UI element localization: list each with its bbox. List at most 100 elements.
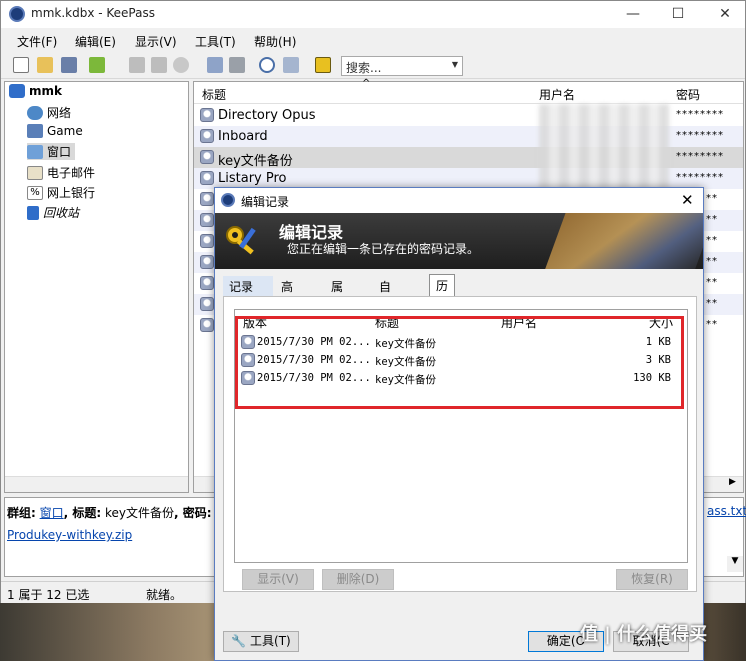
entry-password: ********: [676, 151, 724, 162]
entry-password: **: [706, 298, 718, 309]
window-icon: [27, 144, 43, 159]
tree-root[interactable]: mmk: [9, 84, 62, 98]
recycle-bin-icon: [27, 205, 39, 220]
entry-password: **: [706, 214, 718, 225]
entry-key-icon: [200, 234, 214, 248]
entry-key-icon: [200, 108, 214, 122]
copy-entry-icon[interactable]: [207, 57, 223, 73]
blurred-usernames: [539, 104, 669, 194]
tree-root-label: mmk: [29, 84, 62, 98]
menu-edit[interactable]: 编辑(E): [75, 33, 116, 50]
tree-item-label: 网上银行: [47, 186, 96, 200]
entry-key-icon: [200, 171, 214, 185]
open-folder-icon[interactable]: [37, 57, 53, 73]
search-input[interactable]: 搜索... ▼: [341, 56, 463, 76]
maximize-button[interactable]: ☐: [666, 4, 690, 24]
entry-title: key文件备份: [218, 154, 293, 169]
find-icon[interactable]: [259, 57, 275, 73]
attachment-link[interactable]: ass.txt,: [707, 504, 746, 518]
menu-bar: 文件(F) 编辑(E) 显示(V) 工具(T) 帮助(H): [1, 31, 745, 51]
tree-item-label: 电子邮件: [47, 166, 96, 180]
wrench-icon: 🔧: [231, 634, 247, 648]
tab-auto-type[interactable]: 自动输入: [373, 276, 397, 345]
tab-advanced[interactable]: 高级: [275, 276, 299, 311]
entry-password: **: [706, 319, 718, 330]
sync-icon[interactable]: [229, 57, 245, 73]
tab-history[interactable]: 历史: [429, 274, 456, 310]
tree-item-label: 网络: [47, 106, 72, 120]
menu-view[interactable]: 显示(V): [135, 33, 177, 50]
tree-item-email[interactable]: 电子邮件: [27, 164, 95, 181]
menu-help[interactable]: 帮助(H): [254, 33, 296, 50]
dialog-title-bar: 编辑记录 ✕: [215, 188, 703, 213]
attachment-link[interactable]: Produkey-withkey.zip: [7, 528, 132, 542]
entry-password: ********: [676, 172, 724, 183]
banner-subtitle: 您正在编辑一条已存在的密码记录。: [287, 242, 480, 256]
title-label: , 标题:: [63, 506, 102, 520]
entry-key-icon: [200, 129, 214, 143]
lock-workspace-icon[interactable]: [315, 57, 331, 73]
menu-tools[interactable]: 工具(T): [195, 33, 236, 50]
entry-password: ********: [676, 109, 724, 120]
tree-item-game[interactable]: Game: [27, 124, 83, 138]
tree-item-recycle-bin[interactable]: 回收站: [27, 204, 79, 221]
tools-button[interactable]: 🔧 工具(T): [223, 631, 299, 652]
scroll-down-icon[interactable]: ▼: [727, 556, 743, 572]
keepass-lock-icon: [221, 193, 235, 207]
search-placeholder: 搜索...: [346, 61, 382, 75]
window-title: mmk.kdbx - KeePass: [31, 6, 155, 20]
dialog-title: 编辑记录: [241, 195, 290, 209]
keepass-lock-icon: [9, 6, 25, 22]
dialog-close-icon[interactable]: ✕: [681, 191, 694, 209]
entry-key-icon: [200, 276, 214, 290]
tree-item-window[interactable]: 窗口: [27, 143, 76, 160]
tab-entry[interactable]: 记录: [223, 276, 273, 296]
scroll-right-icon[interactable]: ▶: [729, 477, 736, 487]
chevron-down-icon[interactable]: ▼: [452, 60, 458, 69]
tools-label: 工具(T): [250, 634, 291, 648]
copy-username-icon[interactable]: [129, 57, 145, 73]
selection-status: 1 属于 12 已选: [7, 588, 90, 602]
menu-file[interactable]: 文件(F): [17, 33, 57, 50]
save-icon[interactable]: [61, 57, 77, 73]
tree-item-network[interactable]: 网络: [27, 104, 71, 121]
entry-key-icon: [200, 297, 214, 311]
restore-button[interactable]: 恢复(R): [616, 569, 688, 590]
entry-key-icon: [200, 255, 214, 269]
entry-password: **: [706, 256, 718, 267]
tab-properties[interactable]: 属性: [325, 276, 349, 311]
dialog-banner: 编辑记录 您正在编辑一条已存在的密码记录。: [215, 213, 703, 269]
tree-item-label: Game: [47, 124, 83, 138]
entry-key-icon: [200, 150, 214, 164]
close-button[interactable]: ✕: [713, 4, 737, 24]
column-password[interactable]: 密码: [676, 86, 700, 103]
column-title[interactable]: 标题: [202, 86, 226, 103]
folder-icon: [27, 124, 43, 138]
entry-password: ********: [676, 130, 724, 141]
new-database-icon[interactable]: [13, 57, 29, 73]
copy-password-icon[interactable]: [151, 57, 167, 73]
delete-button[interactable]: 删除(D): [322, 569, 394, 590]
password-label: , 密码:: [174, 506, 212, 520]
sort-arrow-icon: ^: [362, 78, 371, 89]
group-label: 群组:: [7, 506, 36, 520]
group-tree: mmk 网络 Game 窗口 电子邮件 % 网上银行 回收站: [4, 81, 189, 493]
column-username[interactable]: 用户名: [539, 86, 575, 103]
title-bar: mmk.kdbx - KeePass — ☐ ✕: [1, 1, 745, 28]
watermark: 值 | 什么值得买: [580, 624, 708, 645]
tree-scrollbar[interactable]: [5, 476, 188, 492]
group-link[interactable]: 窗口: [40, 506, 64, 520]
tree-item-label: 窗口: [47, 145, 72, 159]
tree-item-banking[interactable]: % 网上银行: [27, 184, 95, 201]
ready-status: 就绪。: [146, 588, 183, 602]
add-entry-icon[interactable]: [89, 57, 105, 73]
show-entries-icon[interactable]: [283, 57, 299, 73]
title-value: key文件备份: [105, 506, 175, 520]
entry-password: **: [706, 235, 718, 246]
entry-title: Listary Pro: [218, 171, 287, 186]
minimize-button[interactable]: —: [621, 4, 645, 24]
entry-key-icon: [200, 192, 214, 206]
open-url-icon[interactable]: [173, 57, 189, 73]
view-button[interactable]: 显示(V): [242, 569, 314, 590]
key-pencil-icon: [226, 226, 256, 255]
